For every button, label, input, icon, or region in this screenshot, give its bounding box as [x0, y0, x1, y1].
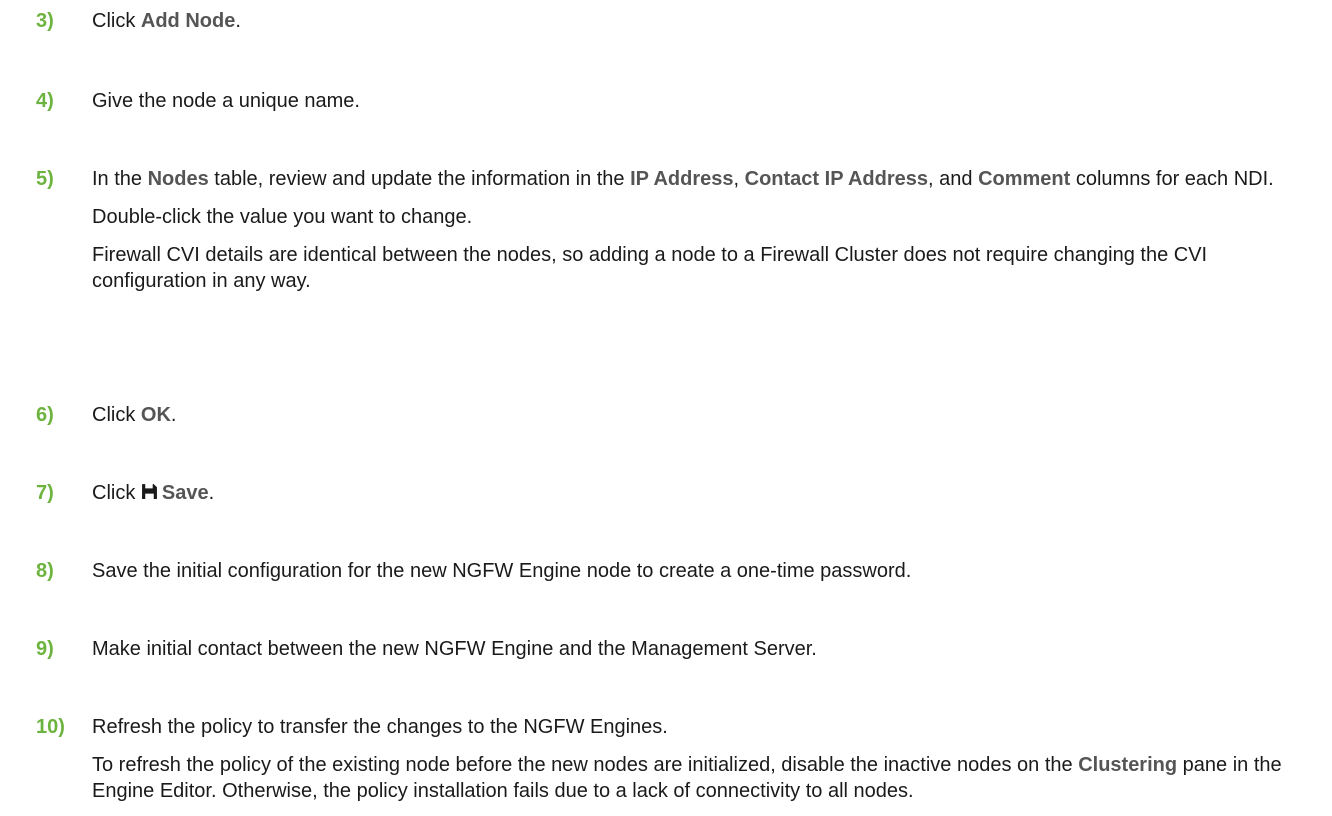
- step-number: 3): [36, 10, 54, 32]
- step-number: 7): [36, 482, 54, 504]
- text-segment: Click: [92, 10, 141, 32]
- step-text: Click Add Node.: [92, 8, 1312, 34]
- step-text: Click OK.: [92, 402, 1312, 428]
- text-segment: .: [235, 10, 241, 32]
- ui-term-clustering: Clustering: [1078, 754, 1178, 776]
- step-text: Click Save.: [92, 480, 1312, 506]
- step-subtext: Firewall CVI details are identical betwe…: [92, 244, 1208, 292]
- step-number: 4): [36, 90, 54, 112]
- step-number: 5): [36, 168, 54, 190]
- step-body: Refresh the policy to transfer the chang…: [92, 714, 1312, 816]
- ui-term-add-node: Add Node: [140, 10, 236, 32]
- text-segment: columns for each NDI.: [1070, 168, 1274, 190]
- step-text: Give the node a unique name.: [92, 90, 360, 112]
- step-body: Click Save.: [92, 480, 1312, 518]
- step-text: In the Nodes table, review and update th…: [92, 166, 1312, 192]
- ui-term-save: Save: [161, 482, 209, 504]
- text-segment: Click: [92, 482, 141, 504]
- text-segment: , and: [928, 168, 979, 190]
- ui-term-nodes: Nodes: [147, 168, 209, 190]
- text-segment: table, review and update the information…: [208, 168, 631, 190]
- text-segment: Click: [92, 404, 141, 426]
- step-body: Click Add Node.: [92, 8, 1312, 46]
- step-text: Make initial contact between the new NGF…: [92, 638, 817, 660]
- step-body: Make initial contact between the new NGF…: [92, 636, 1312, 674]
- ui-term-contact-ip-address: Contact IP Address: [744, 168, 929, 190]
- ui-term-ok: OK: [140, 404, 171, 426]
- step-subtext: To refresh the policy of the existing no…: [92, 752, 1312, 804]
- text-segment: .: [208, 482, 215, 504]
- step-body: Click OK.: [92, 402, 1312, 440]
- step-number: 9): [36, 638, 54, 660]
- ui-term-comment: Comment: [978, 168, 1071, 190]
- step-number: 6): [36, 404, 54, 426]
- text-segment: ,: [733, 168, 745, 190]
- text-segment: In the: [92, 168, 148, 190]
- step-body: In the Nodes table, review and update th…: [92, 166, 1312, 306]
- step-text: Save the initial configuration for the n…: [92, 560, 912, 582]
- step-text: Refresh the policy to transfer the chang…: [92, 716, 668, 738]
- step-body: Save the initial configuration for the n…: [92, 558, 1312, 596]
- text-segment: To refresh the policy of the existing no…: [92, 754, 1079, 776]
- step-number: 10): [36, 716, 65, 738]
- step-number: 8): [36, 560, 54, 582]
- step-subtext: Double-click the value you want to chang…: [92, 206, 473, 228]
- step-body: Give the node a unique name.: [92, 88, 1312, 126]
- save-icon: [141, 484, 157, 499]
- text-segment: .: [170, 404, 177, 426]
- ui-term-ip-address: IP Address: [630, 168, 734, 190]
